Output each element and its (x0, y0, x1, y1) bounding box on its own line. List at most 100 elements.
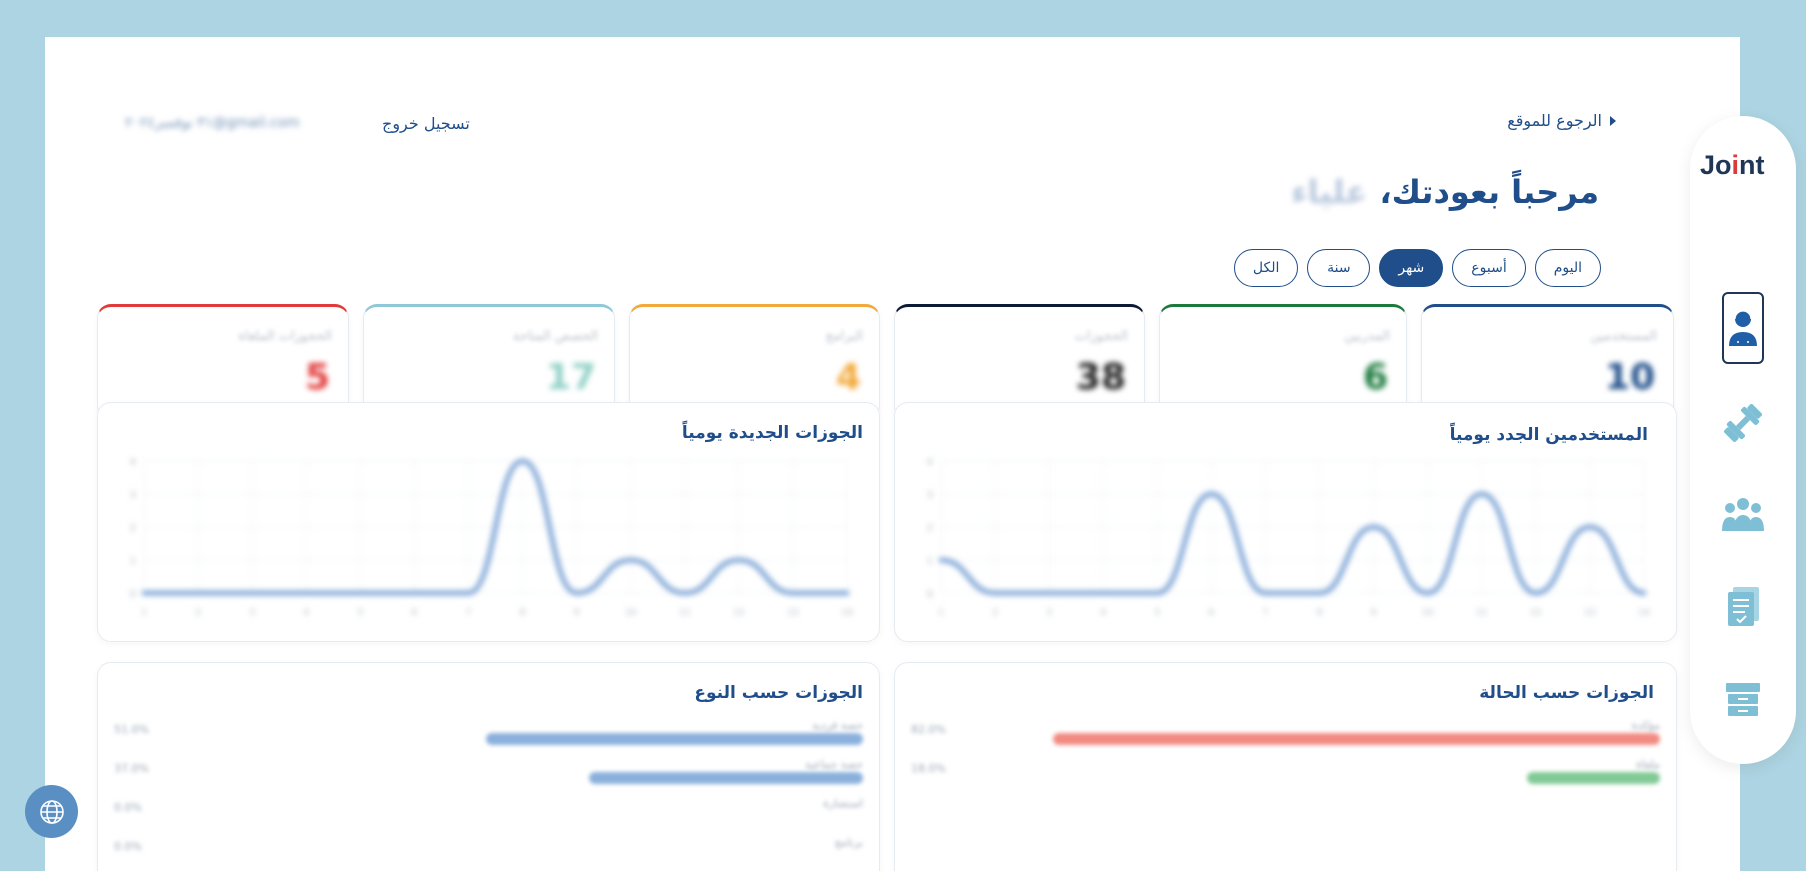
x-tick-label: 12 (1530, 608, 1541, 618)
x-tick-label: 10 (625, 608, 637, 618)
bar-value-label: 0.0% (114, 840, 142, 853)
bar-row: استشارة 0.0% (114, 797, 863, 831)
bar (1526, 772, 1660, 784)
chart-title: الجوزات حسب الحالة (1479, 683, 1654, 703)
users-daily-line-chart: 012341 2 3 4 5 6 7 8 9 10 11 12 13 14 (927, 457, 1650, 618)
document-icon (1728, 587, 1759, 626)
archive-icon (1726, 683, 1760, 716)
y-tick-label: 3 (927, 490, 933, 501)
period-tab-month[interactable]: شهر (1379, 249, 1444, 287)
chart-title: المستخدمين الجدد يومياً (1449, 425, 1648, 445)
stat-value: 38 (1075, 357, 1126, 398)
x-tick-label: 3 (1046, 608, 1052, 618)
x-tick-label: 1 (141, 608, 147, 618)
bar-value-label: 37.0% (114, 762, 149, 775)
sidebar-nav: Joint (1690, 116, 1796, 764)
x-tick-label: 6 (412, 608, 418, 618)
sidebar-item-users[interactable] (1720, 492, 1766, 538)
bar (485, 733, 863, 745)
x-tick-label: 6 (1209, 608, 1215, 618)
x-tick-label: 2 (195, 608, 201, 618)
chart-title: الجوزات حسب النوع (694, 683, 863, 703)
bar-row: مؤكدة 82.0% (911, 719, 1660, 753)
bar-value-label: 18.0% (911, 762, 946, 775)
y-tick-label: 4 (130, 457, 136, 468)
period-tab-year[interactable]: سنة (1307, 249, 1371, 287)
stat-value: 4 (835, 357, 861, 398)
stat-value: 6 (1362, 357, 1388, 398)
x-tick-label: 9 (1371, 608, 1377, 618)
period-tab-all[interactable]: الكل (1233, 249, 1299, 287)
x-tick-label: 7 (1263, 608, 1269, 618)
bar-row: برنامج 0.0% (114, 836, 863, 870)
sidebar-item-profile[interactable] (1722, 292, 1764, 364)
caret-right-icon (1610, 115, 1616, 126)
period-tab-week[interactable]: أسبوع (1452, 249, 1526, 287)
globe-icon (39, 799, 64, 824)
back-to-site-link[interactable]: الرجوع للموقع (1507, 111, 1616, 130)
y-tick-label: 1 (927, 556, 933, 567)
x-tick-label: 12 (733, 608, 744, 618)
x-tick-label: 4 (1100, 608, 1106, 618)
bookings-daily-line-chart: 012341 2 3 4 5 6 7 8 9 10 11 12 13 14 (130, 457, 853, 618)
bar (589, 772, 863, 784)
x-tick-label: 5 (357, 608, 363, 618)
stat-value: 5 (304, 357, 330, 398)
x-tick-label: 2 (992, 608, 998, 618)
x-tick-label: 5 (1154, 608, 1160, 618)
y-tick-label: 3 (130, 490, 136, 501)
y-tick-label: 0 (130, 589, 136, 600)
bar-value-label: 0.0% (114, 801, 142, 814)
stat-label: الحجوزات (1074, 329, 1128, 344)
sidebar-item-reports[interactable] (1720, 584, 1766, 630)
logout-button[interactable]: تسجيل خروج (382, 114, 470, 133)
sidebar-item-training[interactable] (1720, 400, 1766, 446)
stat-label: الحصص المتاحة (512, 329, 598, 344)
y-tick-label: 1 (130, 556, 136, 567)
bookings-daily-chart-card: الجوزات الجديدة يومياً 0 1 2 3 4 1 2 3 4 5 6 7 8 9 10 1… (97, 402, 880, 642)
x-tick-label: 7 (466, 608, 472, 618)
period-filter: الكل سنة شهر أسبوع اليوم (1233, 249, 1601, 287)
bar-label: مؤكدة (1631, 719, 1660, 732)
stat-value: 17 (545, 357, 596, 398)
x-tick-label: 10 (1422, 608, 1434, 618)
bar-row: ملغاة 18.0% (911, 758, 1660, 792)
bar-value-label: 51.0% (114, 723, 149, 736)
main-panel: الرجوع للموقع تسجيل خروج ٣١ نوفمبر٢٠٢٤@g… (45, 37, 1740, 871)
x-tick-label: 8 (1317, 608, 1323, 618)
y-tick-label: 2 (130, 523, 136, 534)
x-tick-label: 3 (249, 608, 255, 618)
group-icon (1722, 498, 1764, 531)
bar-row: حصة فردية 51.0% (114, 719, 863, 753)
bar-row: حصة جماعية 37.0% (114, 758, 863, 792)
y-tick-label: 4 (927, 457, 933, 468)
period-tab-today[interactable]: اليوم (1534, 249, 1601, 287)
bar-label: ملغاة (1636, 758, 1660, 771)
y-tick-label: 0 (927, 589, 933, 600)
stat-label: المدربين (1344, 329, 1390, 344)
x-tick-label: 14 (1638, 608, 1650, 618)
stat-label: المستخدمين (1590, 329, 1657, 344)
x-tick-label: 11 (1476, 608, 1487, 618)
user-email: ٣١ نوفمبر٢٠٢٤@gmail.com (125, 115, 300, 131)
joint-logo[interactable]: Joint (1700, 150, 1765, 181)
back-to-site-label: الرجوع للموقع (1507, 111, 1602, 130)
series-line (938, 491, 1647, 596)
x-tick-label: 9 (574, 608, 580, 618)
welcome-greeting: مرحباً بعودتك، (1379, 173, 1599, 211)
x-tick-label: 1 (938, 608, 944, 618)
stat-label: البرامج (825, 329, 863, 344)
user-icon (1729, 310, 1757, 346)
sidebar-item-archive[interactable] (1720, 676, 1766, 722)
x-tick-label: 13 (787, 608, 798, 618)
bar (1053, 733, 1660, 745)
chart-title: الجوزات الجديدة يومياً (681, 423, 863, 443)
y-tick-label: 2 (927, 523, 933, 534)
x-tick-label: 14 (841, 608, 853, 618)
bookings-by-type-card: الجوزات حسب النوع حصة فردية 51.0% حصة جماع… (97, 662, 880, 871)
bar-label: حصة فردية (812, 719, 863, 732)
bookings-by-status-card: الجوزات حسب الحالة مؤكدة 82.0% ملغاة 18.0% (894, 662, 1677, 871)
language-button[interactable] (25, 785, 78, 838)
x-tick-label: 8 (520, 608, 526, 618)
x-tick-label: 4 (303, 608, 309, 618)
